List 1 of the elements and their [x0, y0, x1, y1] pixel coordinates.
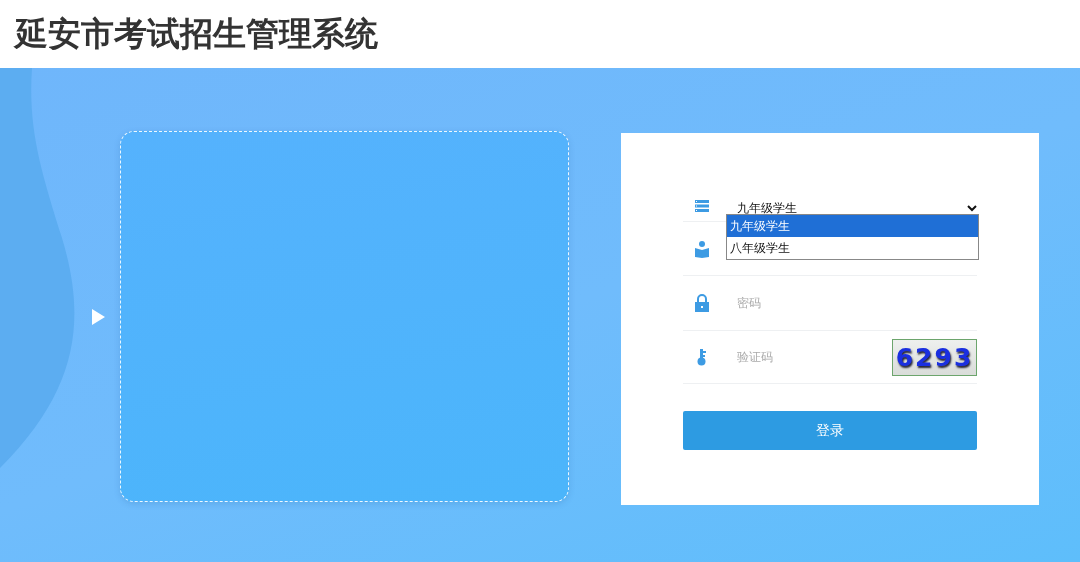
system-title: 延安市考试招生管理系统 [15, 13, 378, 54]
